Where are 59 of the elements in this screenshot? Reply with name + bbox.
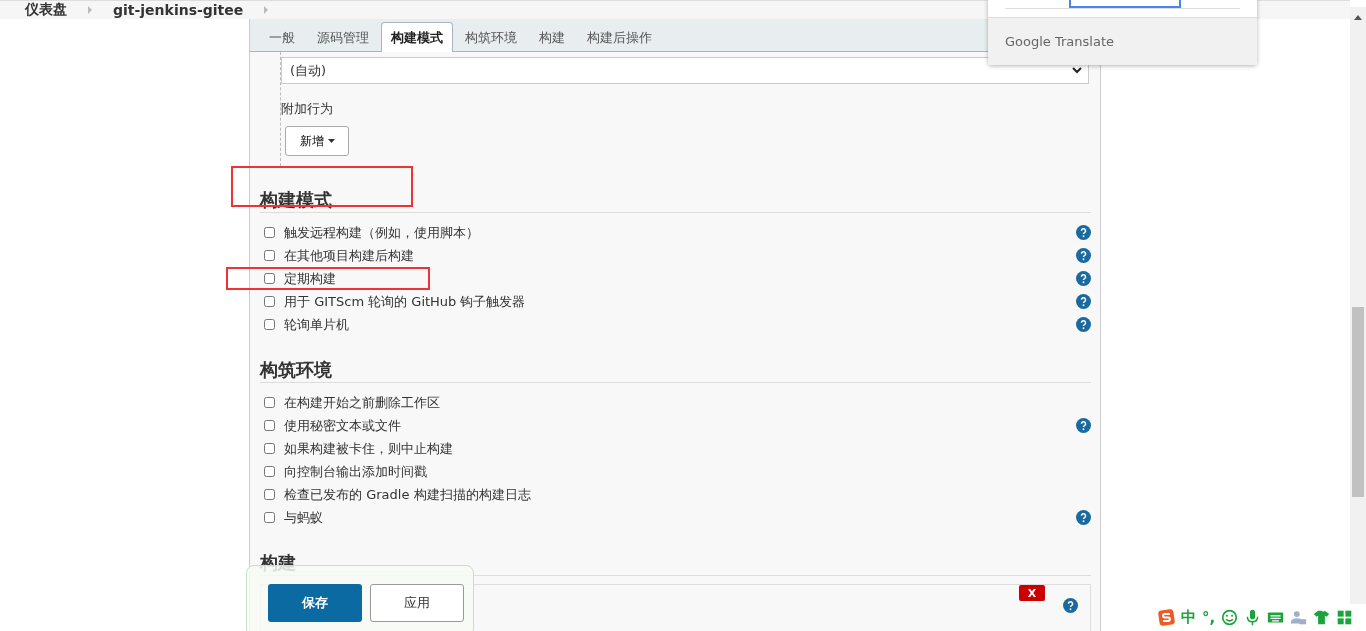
breadcrumb-link[interactable]: 仪表盘 [25,1,67,19]
keyboard-icon[interactable] [1267,609,1285,626]
smiley-icon[interactable] [1221,609,1239,626]
scrollbar[interactable] [1350,7,1366,604]
grid-icon[interactable] [1336,609,1354,626]
checkbox[interactable] [264,227,275,238]
tab[interactable]: 构筑环境 [455,22,527,52]
checkbox[interactable] [264,466,275,477]
checkbox[interactable] [264,319,275,330]
brand-name: Google Translate [1005,34,1114,49]
arrow-up-icon[interactable] [1354,15,1362,20]
checkbox[interactable] [264,420,275,431]
help-icon[interactable] [1076,418,1091,433]
checkbox[interactable] [264,489,275,500]
help-icon[interactable] [1076,294,1091,309]
option-label: 在构建开始之前删除工作区 [284,393,441,412]
save-button[interactable]: 保存 [268,584,362,622]
checkbox[interactable] [264,397,275,408]
option-label: 用于 GITScm 轮询的 GitHub 钩子触发器 [284,292,527,311]
option-label: 轮询单片机 [284,315,350,334]
help-icon[interactable] [1076,271,1091,286]
select-field[interactable]: (自动) [281,57,1089,84]
checkbox[interactable] [264,443,275,454]
option-label: 如果构建被卡住，则中止构建 [284,439,454,458]
tab[interactable]: 构建后操作 [577,22,662,52]
option-label: 定期构建 [284,269,337,288]
help-icon[interactable] [1076,510,1091,525]
help-icon[interactable] [1076,248,1091,263]
tab[interactable]: 一般 [259,22,305,52]
shirt-icon[interactable] [1313,609,1331,626]
breadcrumb-link[interactable]: git-jenkins-gitee [113,2,244,18]
chevron-down-icon [1072,67,1082,74]
option-label: 与蚂蚁 [284,508,324,527]
checkbox[interactable] [264,250,275,261]
chevron-icon [87,6,93,14]
tab[interactable]: 源码管理 [307,22,379,52]
help-icon[interactable] [1076,225,1091,240]
section-heading: 构筑环境 [260,358,333,382]
help-icon[interactable] [1076,317,1091,332]
s-logo-icon[interactable] [1158,609,1175,626]
option-label: 触发远程构建（例如，使用脚本） [284,223,480,242]
field-label: 附加行为 [281,100,333,118]
option-label: 在其他项目构建后构建 [284,246,415,265]
delete-button[interactable]: X [1019,585,1045,601]
add-button[interactable]: 新增 [285,126,349,156]
caret-icon [327,139,335,143]
option-label: 使用秘密文本或文件 [284,416,402,435]
cut-off-control[interactable] [1069,0,1181,8]
apply-button[interactable]: 应用 [370,584,464,622]
checkbox[interactable] [264,512,275,523]
tab[interactable]: 构建 [529,22,575,52]
option-label: 向控制台输出添加时间戳 [284,462,428,481]
option-label: 检查已发布的 Gradle 构建扫描的构建日志 [284,485,532,504]
chevron-icon [263,6,270,14]
checkbox[interactable] [264,296,275,307]
scrollbar-thumb[interactable] [1352,307,1364,497]
help-icon[interactable] [1063,598,1078,613]
checkbox[interactable] [264,273,275,284]
tab[interactable]: 构建模式 [381,22,453,52]
